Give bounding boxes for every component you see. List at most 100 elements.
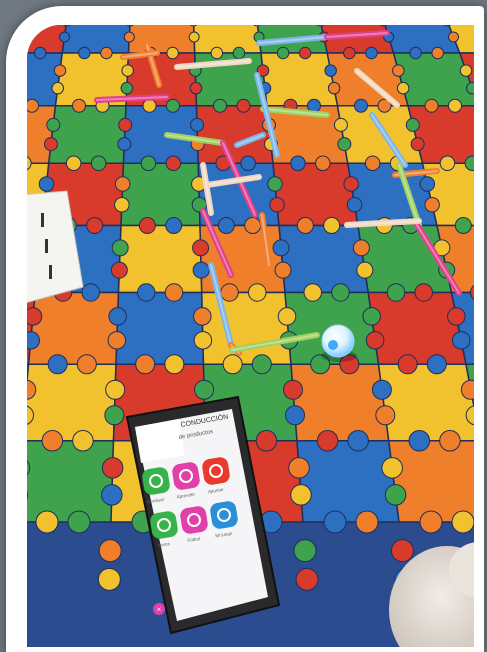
mat-dot bbox=[365, 331, 385, 350]
mat-dot bbox=[53, 64, 67, 77]
mat-dot bbox=[355, 510, 379, 534]
mat-tile bbox=[377, 363, 474, 442]
mat-dot bbox=[35, 510, 59, 534]
mat-dot bbox=[107, 331, 127, 350]
svg-text:×: × bbox=[157, 605, 162, 614]
mat-dot bbox=[431, 46, 444, 60]
mat-dot bbox=[135, 354, 156, 375]
mat-dot bbox=[193, 307, 212, 326]
mat-tile bbox=[61, 25, 131, 54]
mat-dot bbox=[343, 46, 356, 60]
mat-dot bbox=[439, 430, 461, 452]
mat-dot bbox=[419, 176, 436, 192]
mat-dot bbox=[296, 217, 314, 234]
mat-dot bbox=[307, 98, 321, 113]
mat-dot bbox=[248, 283, 267, 302]
mat-dot bbox=[240, 155, 256, 171]
mat-dot bbox=[255, 430, 278, 452]
grid-icon bbox=[210, 501, 238, 529]
mat-dot bbox=[100, 46, 113, 60]
mat-dot bbox=[210, 46, 224, 60]
mat-tile bbox=[122, 105, 200, 164]
mat-dot bbox=[386, 283, 406, 302]
mat-dot bbox=[86, 217, 104, 234]
mat-dot bbox=[324, 64, 337, 77]
mat-dot bbox=[47, 354, 68, 375]
mat-dot bbox=[424, 98, 439, 113]
mat-dot bbox=[414, 283, 433, 302]
mat-tile bbox=[27, 440, 115, 523]
mat-dot bbox=[101, 484, 123, 506]
mat-dot bbox=[188, 31, 200, 43]
mat-dot bbox=[117, 137, 132, 152]
close-icon[interactable]: × bbox=[153, 603, 165, 615]
mat-dot bbox=[451, 510, 474, 534]
mat-dot bbox=[347, 430, 369, 452]
mat-dot bbox=[118, 117, 133, 132]
mat-dot bbox=[384, 484, 407, 506]
mat-tile bbox=[115, 291, 205, 365]
mat-dot bbox=[375, 405, 396, 426]
mat-dot bbox=[356, 261, 374, 279]
mat-dot bbox=[165, 217, 183, 234]
mat-dot bbox=[138, 217, 156, 234]
mat-dot bbox=[343, 176, 359, 192]
mat-tile bbox=[192, 25, 262, 54]
mat-tile bbox=[272, 162, 359, 227]
mat-dot bbox=[76, 354, 97, 375]
mat-dot bbox=[59, 31, 70, 43]
mat-tile bbox=[47, 105, 127, 164]
mat-tile bbox=[200, 291, 292, 365]
mat-tile bbox=[290, 363, 390, 442]
mat-dot bbox=[78, 46, 91, 60]
mat-dot bbox=[390, 539, 414, 563]
mat-dot bbox=[276, 46, 290, 60]
mat-dot bbox=[142, 98, 157, 113]
photo: CONDUCCIÓN de productos Conducir Aprender… bbox=[27, 25, 474, 647]
mat-tile bbox=[117, 224, 203, 294]
mat-dot bbox=[193, 331, 213, 350]
mat-dot bbox=[323, 510, 347, 534]
mat-dot bbox=[217, 217, 235, 234]
mat-tile bbox=[278, 224, 370, 294]
mat-dot bbox=[33, 46, 47, 60]
mat-dot bbox=[189, 81, 203, 95]
mat-dot bbox=[337, 137, 352, 152]
mat-dot bbox=[327, 81, 341, 95]
photo-card: CONDUCCIÓN de productos Conducir Aprender… bbox=[0, 0, 487, 652]
mat-dot bbox=[364, 155, 381, 171]
mat-dot bbox=[120, 81, 134, 95]
mat-dot bbox=[38, 176, 55, 192]
mat-dot bbox=[454, 217, 472, 234]
mat-dot bbox=[315, 155, 331, 171]
mat-dot bbox=[164, 283, 184, 302]
mat-dot bbox=[97, 567, 121, 591]
mat-dot bbox=[65, 155, 82, 171]
mat-dot bbox=[81, 283, 100, 302]
mat-dot bbox=[288, 457, 310, 479]
mat-tile bbox=[127, 25, 196, 54]
arrow-down-icon bbox=[172, 462, 200, 490]
mat-dot bbox=[98, 539, 122, 563]
person-sound-icon bbox=[150, 511, 178, 539]
mat-dot bbox=[104, 405, 125, 426]
mat-dot bbox=[447, 307, 466, 326]
mat-dot bbox=[316, 430, 339, 452]
mat-dot bbox=[166, 46, 179, 60]
mat-tile bbox=[296, 440, 400, 523]
mat-dot bbox=[354, 98, 368, 113]
mat-dot bbox=[381, 457, 403, 479]
mat-dot bbox=[405, 117, 420, 132]
mat-dot bbox=[459, 64, 473, 77]
mat-dot bbox=[41, 430, 64, 452]
mat-dot bbox=[121, 64, 134, 77]
mat-dot bbox=[371, 379, 392, 400]
mat-dot bbox=[164, 354, 185, 375]
mat-dot bbox=[110, 261, 128, 279]
mat-dot bbox=[140, 155, 157, 171]
mat-dot bbox=[114, 176, 131, 192]
mat-dot bbox=[290, 484, 312, 506]
mat-tile bbox=[260, 52, 339, 107]
mat-dot bbox=[303, 283, 322, 302]
floor-mat-scene: CONDUCCIÓN de productos ConducirAprender… bbox=[27, 25, 474, 647]
